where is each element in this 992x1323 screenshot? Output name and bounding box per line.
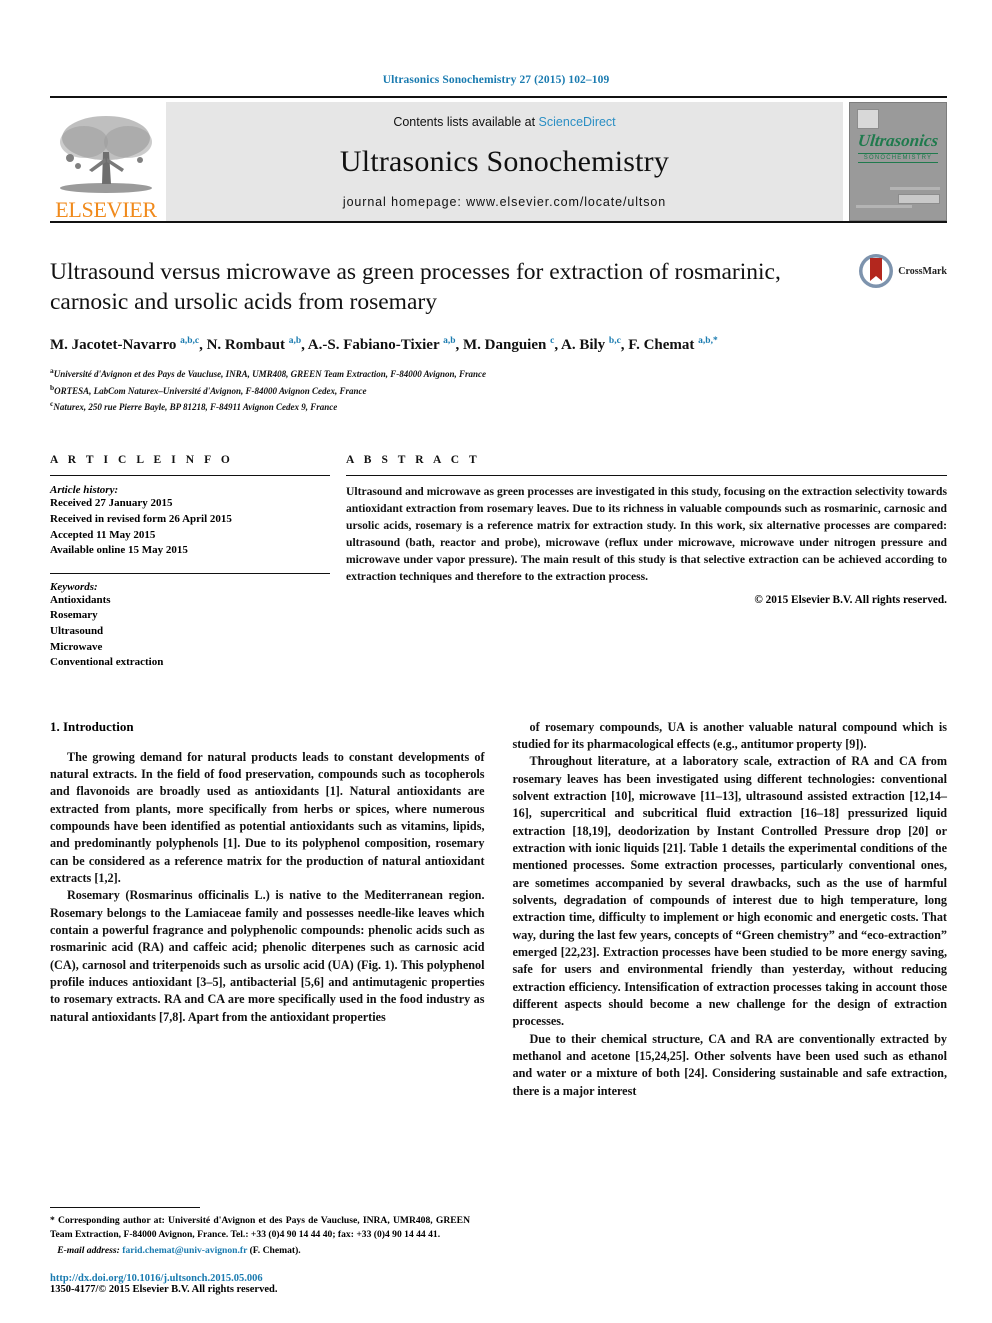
keywords-rule [50, 572, 330, 574]
email-label: E-mail address: [57, 1245, 120, 1256]
body-left-column: 1. Introduction The growing demand for n… [50, 719, 485, 1100]
crossmark-label: CrossMark [898, 265, 947, 277]
doi-block: http://dx.doi.org/10.1016/j.ultsonch.201… [50, 1273, 470, 1295]
cover-title: Ultrasonics [856, 131, 940, 150]
elsevier-wordmark: ELSEVIER [55, 197, 157, 222]
affiliation-c: cNaturex, 250 rue Pierre Bayle, BP 81218… [50, 399, 338, 413]
body-columns: 1. Introduction The growing demand for n… [50, 719, 947, 1100]
article-info-rule [50, 475, 330, 477]
article-info-column: A R T I C L E I N F O Article history: R… [50, 454, 330, 670]
author-list: M. Jacotet-Navarro a,b,c, N. Rombaut a,b… [50, 336, 718, 354]
footnote-rule [50, 1207, 200, 1209]
article-history-list: Received 27 January 2015 Received in revi… [50, 496, 330, 558]
article-history-item: Received 27 January 2015 [50, 497, 173, 510]
info-abstract-section: A R T I C L E I N F O Article history: R… [50, 454, 947, 670]
body-paragraph: Throughout literature, at a laboratory s… [512, 754, 948, 1029]
affiliation-list: aUniversité d'Avignon et des Pays de Vau… [50, 365, 947, 414]
journal-homepage[interactable]: journal homepage: www.elsevier.com/locat… [343, 195, 666, 209]
elsevier-logo: ELSEVIER [50, 102, 162, 221]
journal-masthead: ELSEVIER Contents lists available at Sci… [50, 96, 947, 221]
keyword-item: Antioxidants [50, 593, 111, 606]
cover-decoration-line-2 [856, 205, 912, 208]
keywords-list: Antioxidants Rosemary Ultrasound Microwave C… [50, 593, 330, 671]
keyword-item: Ultrasound [50, 625, 104, 637]
article-history-item: Available online 15 May 2015 [50, 544, 188, 557]
cover-subtitle: SONOCHEMISTRY [858, 153, 938, 163]
masthead-bottom-rule [50, 221, 947, 223]
cover-elsevier-mark-icon [857, 109, 879, 129]
email-link[interactable]: farid.chemat@univ-avignon.fr [122, 1245, 247, 1256]
contents-prefix: Contents lists available at [393, 115, 539, 129]
section-heading-introduction: 1. Introduction [50, 718, 134, 734]
corresponding-author-note: * Corresponding author at: Université d'… [50, 1215, 470, 1241]
cover-decoration-line [890, 187, 940, 190]
abstract-rule [346, 475, 947, 477]
keyword-item: Conventional extraction [50, 656, 164, 669]
issn-copyright: 1350-4177/© 2015 Elsevier B.V. All right… [50, 1284, 278, 1295]
email-note: E-mail address: farid.chemat@univ-avigno… [50, 1245, 470, 1256]
footnote-block: * Corresponding author at: Université d'… [50, 1207, 470, 1295]
article-info-heading: A R T I C L E I N F O [50, 454, 234, 467]
article-history-label: Article history: [50, 484, 119, 497]
abstract-heading: A B S T R A C T [346, 454, 481, 467]
article-page: Ultrasonics Sonochemistry 27 (2015) 102–… [0, 0, 992, 1323]
doi-link[interactable]: http://dx.doi.org/10.1016/j.ultsonch.201… [50, 1273, 470, 1284]
body-paragraph: The growing demand for natural products … [50, 749, 485, 886]
crossmark-badge[interactable]: CrossMark [858, 253, 947, 289]
body-paragraph: Due to their chemical structure, CA and … [512, 1031, 948, 1098]
contents-available-line: Contents lists available at ScienceDirec… [393, 115, 615, 129]
keyword-item: Rosemary [50, 609, 98, 622]
keywords-label: Keywords: [50, 580, 98, 593]
journal-title: Ultrasonics Sonochemistry [339, 145, 670, 178]
body-paragraph: Rosemary (Rosmarinus officinalis L.) is … [50, 888, 485, 1024]
keyword-item: Microwave [50, 640, 103, 653]
title-block: CrossMark Ultrasound versus microwave as… [50, 254, 947, 414]
running-head: Ultrasonics Sonochemistry 27 (2015) 102–… [382, 74, 610, 86]
affiliation-a: aUniversité d'Avignon et des Pays de Vau… [50, 366, 487, 380]
affiliation-b: bORTESA, LabCom Naturex–Université d'Avi… [50, 382, 367, 396]
sciencedirect-link[interactable]: ScienceDirect [539, 115, 616, 129]
article-history-item: Received in revised form 26 April 2015 [50, 512, 232, 525]
article-history-item: Accepted 11 May 2015 [50, 528, 156, 541]
abstract-text: Ultrasound and microwave as green proces… [346, 485, 947, 583]
email-suffix: (F. Chemat). [249, 1245, 301, 1256]
abstract-copyright: © 2015 Elsevier B.V. All rights reserved… [754, 593, 947, 606]
crossmark-icon [859, 254, 894, 288]
elsevier-tree-icon [60, 116, 152, 193]
keywords-block: Keywords: Antioxidants Rosemary Ultrasound… [50, 572, 330, 671]
journal-cover-thumbnail: Ultrasonics SONOCHEMISTRY [849, 102, 947, 221]
right-column-paragraphs: of rosemary compounds, UA is another val… [513, 719, 948, 1100]
journal-band: Contents lists available at ScienceDirec… [166, 102, 843, 221]
left-column-paragraphs: The growing demand for natural products … [50, 749, 485, 1026]
body-paragraph: of rosemary compounds, UA is another val… [512, 719, 948, 752]
body-right-column: of rosemary compounds, UA is another val… [513, 719, 948, 1100]
page-title: Ultrasound versus microwave as green pro… [50, 259, 781, 316]
abstract-column: A B S T R A C T Ultrasound and microwave… [346, 454, 947, 670]
cover-decoration-box [898, 194, 940, 204]
